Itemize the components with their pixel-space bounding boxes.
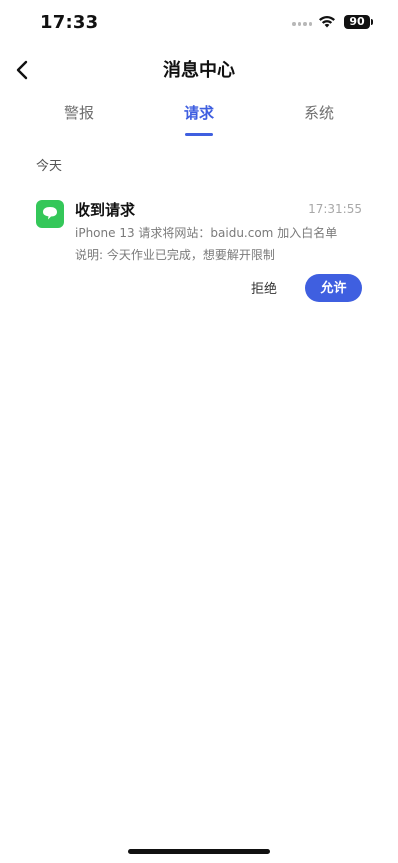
- active-tab-indicator: [185, 133, 213, 136]
- message-title: 收到请求: [75, 201, 136, 219]
- home-indicator[interactable]: [128, 849, 270, 854]
- reject-button[interactable]: 拒绝: [238, 276, 290, 302]
- tab-requests[interactable]: 请求: [159, 102, 239, 123]
- allow-button[interactable]: 允许: [305, 274, 362, 302]
- battery-cap: [371, 19, 373, 25]
- nav-bar: 消息中心: [0, 48, 398, 92]
- message-time: 17:31:55: [308, 202, 362, 216]
- chat-bubble-icon: [36, 200, 64, 228]
- message-card: 收到请求 17:31:55 iPhone 13 请求将网站：baidu.com …: [0, 190, 398, 310]
- tab-system[interactable]: 系统: [279, 102, 359, 123]
- status-bar: 17:33 90: [0, 0, 398, 48]
- tab-bar: 警报 请求 系统: [0, 100, 398, 140]
- signal-dots-icon: [292, 22, 312, 28]
- section-heading-today: 今天: [36, 159, 63, 174]
- tab-alerts[interactable]: 警报: [39, 102, 119, 123]
- message-body-line1: iPhone 13 请求将网站：baidu.com 加入白名单: [75, 226, 338, 240]
- wifi-icon: [319, 16, 335, 28]
- page-title: 消息中心: [163, 60, 235, 81]
- battery-icon: 90: [344, 15, 370, 29]
- status-time: 17:33: [40, 12, 99, 33]
- message-body-line2: 说明: 今天作业已完成，想要解开限制: [75, 248, 275, 262]
